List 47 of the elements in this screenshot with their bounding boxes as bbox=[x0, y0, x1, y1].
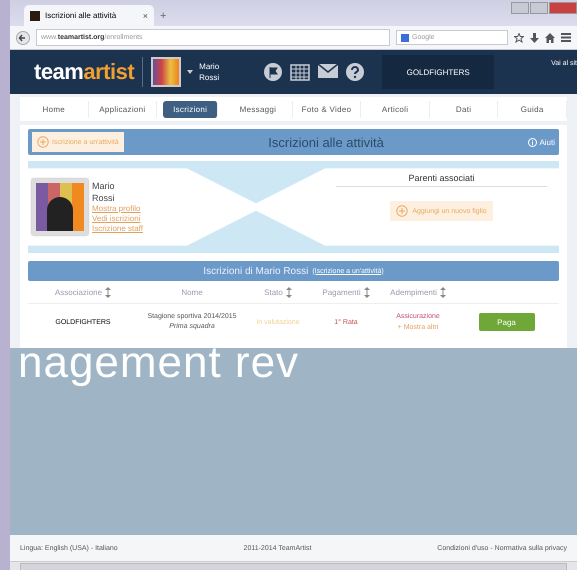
nav-tab[interactable]: Home bbox=[20, 100, 89, 118]
plus-circle-icon bbox=[37, 136, 49, 148]
flag-icon[interactable] bbox=[264, 63, 282, 81]
info-icon bbox=[528, 138, 538, 146]
plus-circle-icon bbox=[396, 205, 408, 217]
sort-icon[interactable] bbox=[105, 286, 112, 298]
nav-tab[interactable]: Applicazioni bbox=[88, 100, 158, 118]
google-icon bbox=[401, 34, 409, 42]
menu-icon[interactable] bbox=[561, 33, 571, 42]
favicon-icon bbox=[30, 10, 40, 20]
sort-icon[interactable] bbox=[440, 286, 446, 298]
column-header: Adempimenti bbox=[390, 288, 437, 296]
avatar-thumbnail[interactable] bbox=[151, 57, 182, 87]
nav-tab[interactable]: Foto & Video bbox=[292, 100, 362, 118]
profile-name: Mario Rossi bbox=[92, 180, 116, 204]
nav-tab[interactable]: Guida bbox=[498, 100, 567, 118]
home-icon[interactable] bbox=[545, 32, 555, 42]
nav-tab[interactable]: Iscrizioni bbox=[163, 100, 218, 118]
help-icon[interactable] bbox=[346, 63, 364, 81]
browser-tab[interactable]: Iscrizioni alle attività × bbox=[24, 5, 154, 26]
close-tab-button[interactable]: × bbox=[142, 10, 148, 20]
column-header: Nome bbox=[181, 288, 203, 296]
page-title: Iscrizioni alle attività bbox=[267, 134, 385, 150]
star-icon[interactable] bbox=[514, 32, 524, 42]
new-tab-button[interactable]: + bbox=[160, 10, 166, 26]
background-slogan: nagement rev bbox=[18, 338, 300, 388]
caret-icon[interactable] bbox=[187, 70, 194, 74]
nav-tab[interactable]: Articoli bbox=[361, 100, 430, 118]
envelope-icon[interactable] bbox=[318, 63, 338, 79]
column-header: Associazione bbox=[54, 288, 102, 296]
nav-tab[interactable]: Dati bbox=[430, 100, 498, 118]
sort-icon[interactable] bbox=[364, 286, 370, 298]
profile-photo bbox=[32, 179, 88, 235]
relatives-title: Parenti associati bbox=[336, 169, 548, 187]
nav-tab[interactable]: Messaggi bbox=[224, 100, 293, 118]
column-header: Stato bbox=[264, 288, 283, 296]
download-icon[interactable] bbox=[530, 32, 539, 42]
sort-icon[interactable] bbox=[286, 286, 292, 298]
enrollments-title: Iscrizioni di Mario Rossi bbox=[203, 266, 308, 276]
column-header: Pagamenti bbox=[322, 288, 361, 296]
browser-tab-title: Iscrizioni alle attività bbox=[45, 11, 116, 20]
scrollbar-thumb[interactable] bbox=[20, 563, 567, 570]
teamartist-logo[interactable]: teamartist bbox=[34, 59, 134, 85]
back-icon[interactable] bbox=[16, 30, 30, 44]
user-name[interactable]: Mario Rossi bbox=[199, 61, 220, 83]
calendar-icon[interactable] bbox=[290, 63, 310, 81]
team-selector[interactable]: GOLDFIGHTERS bbox=[382, 55, 494, 89]
